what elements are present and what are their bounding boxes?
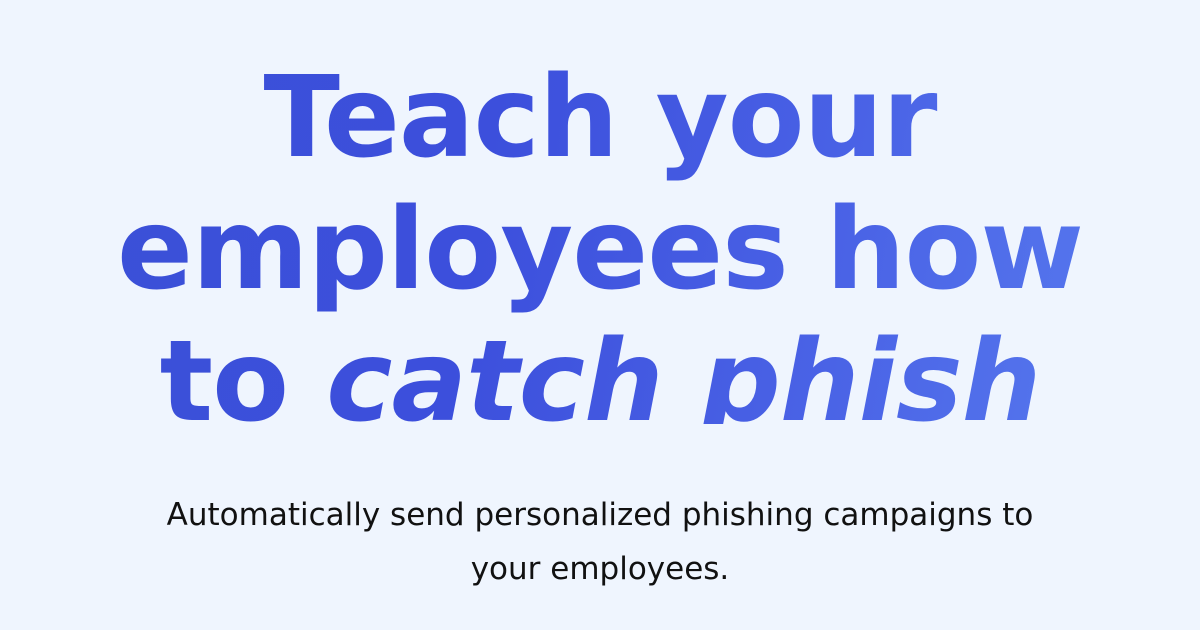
headline-line-2: employees how: [117, 185, 1083, 315]
headline-line-3-prefix: to: [159, 317, 327, 424]
hero-headline: Teach your employees how to catch phish: [0, 52, 1200, 424]
hero-section: Teach your employees how to catch phish …: [0, 0, 1200, 630]
hero-subtitle: Automatically send personalized phishing…: [166, 497, 1034, 587]
headline-line-3: to catch phish: [0, 316, 1200, 424]
headline-line-1: Teach your: [263, 53, 937, 183]
headline-emphasis: catch phish: [326, 317, 1041, 424]
